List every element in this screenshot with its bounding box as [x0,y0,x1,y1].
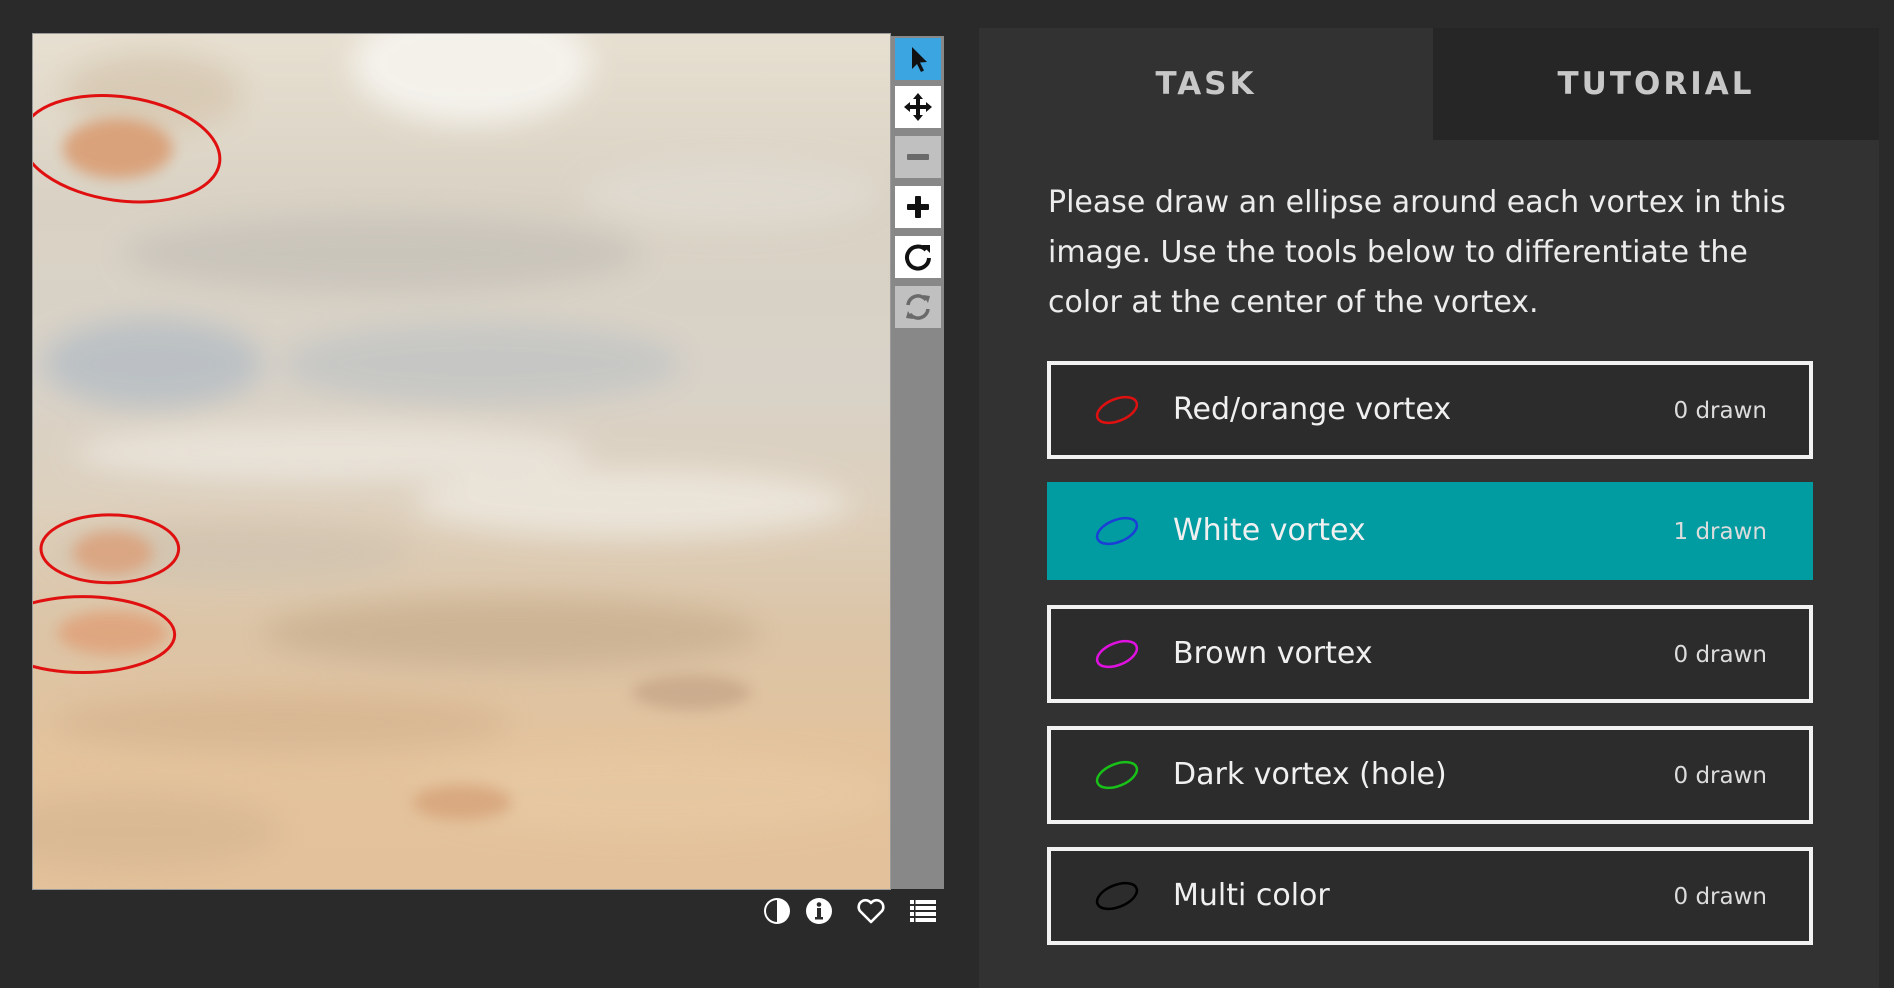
move-tool-button[interactable] [895,86,941,128]
choice-label: Red/orange vortex [1173,392,1452,427]
choice-brown-vortex[interactable]: Brown vortex 0 drawn [1047,605,1813,703]
reset-icon [906,294,930,320]
list-icon [910,900,936,922]
tab-task[interactable]: TASK [979,28,1433,140]
favorite-button[interactable] [852,892,890,930]
subject-image-viewer[interactable] [32,33,891,890]
info-button[interactable] [800,892,838,930]
zoom-in-button[interactable] [895,186,941,228]
choice-label: White vortex [1173,513,1366,548]
ellipse-tool-icon [1095,760,1139,790]
choice-label: Multi color [1173,878,1330,913]
invert-icon [764,898,790,924]
choice-multi-color[interactable]: Multi color 0 drawn [1047,847,1813,945]
task-panel: TASK TUTORIAL Please draw an ellipse aro… [979,28,1879,988]
collections-button[interactable] [904,892,942,930]
choice-count: 0 drawn [1673,398,1767,424]
choice-count: 0 drawn [1673,884,1767,910]
reset-button[interactable] [895,286,941,328]
rotate-icon [905,244,931,271]
choice-white-vortex[interactable]: White vortex 1 drawn [1047,482,1813,580]
pointer-icon [912,47,927,72]
rotate-button[interactable] [895,236,941,278]
heart-icon [857,898,885,924]
invert-button[interactable] [758,892,796,930]
pointer-tool-button[interactable] [895,38,941,80]
ellipse-tool-icon [1095,639,1139,669]
jupiter-cloud-image[interactable] [33,34,890,889]
zoom-in-icon [907,196,929,218]
zoom-out-button[interactable] [895,136,941,178]
ellipse-tool-icon [1095,881,1139,911]
choice-count: 0 drawn [1673,763,1767,789]
move-icon [904,93,932,121]
choice-dark-vortex-hole[interactable]: Dark vortex (hole) 0 drawn [1047,726,1813,824]
task-instructions: Please draw an ellipse around each vorte… [1048,185,1786,320]
info-icon [806,898,832,924]
choice-count: 1 drawn [1673,519,1767,545]
image-toolbar [891,36,944,889]
choice-label: Brown vortex [1173,636,1373,671]
choice-label: Dark vortex (hole) [1173,757,1447,792]
zoom-out-icon [907,154,929,160]
tab-tutorial[interactable]: TUTORIAL [1433,28,1879,140]
choice-red-orange-vortex[interactable]: Red/orange vortex 0 drawn [1047,361,1813,459]
ellipse-tool-icon [1095,395,1139,425]
choice-count: 0 drawn [1673,642,1767,668]
ellipse-tool-icon [1095,516,1139,546]
